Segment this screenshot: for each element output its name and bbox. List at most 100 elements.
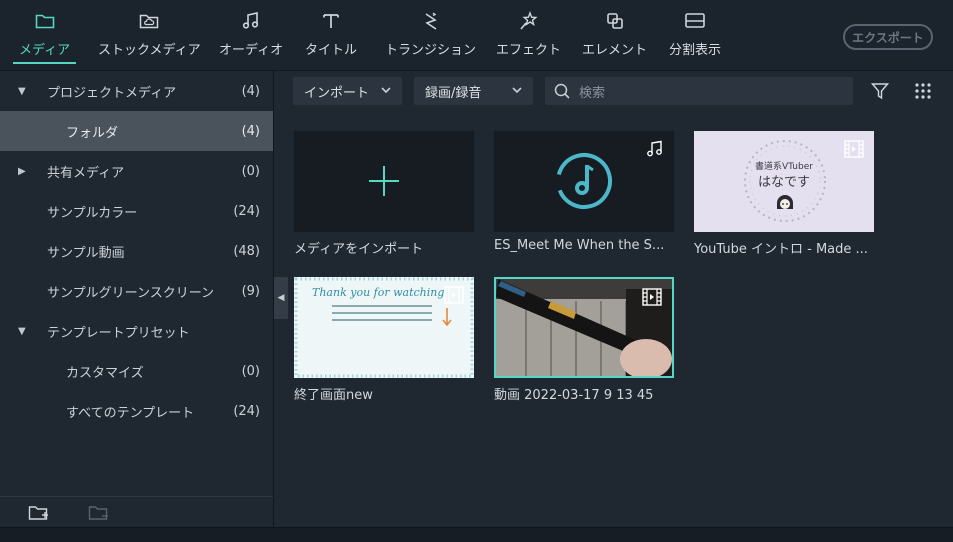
tab-audio-label: オーディオ: [219, 43, 284, 58]
tab-titles-label: タイトル: [305, 43, 358, 58]
media-caption: 終了画面new: [294, 388, 373, 403]
folder-icon: [34, 10, 56, 32]
media-caption: ES_Meet Me When the S...: [494, 238, 665, 253]
split-screen-icon: [684, 10, 706, 32]
tab-stock-media[interactable]: ストックメディア: [98, 10, 201, 62]
chevron-down-icon: [380, 84, 392, 100]
sidebar-item-count: (0): [241, 363, 260, 379]
tab-split-screen-label: 分割表示: [669, 43, 722, 58]
sidebar-item-template-presets[interactable]: ▼ テンプレートプリセット: [0, 311, 273, 351]
tab-effects-label: エフェクト: [496, 43, 562, 58]
filter-icon[interactable]: [870, 82, 890, 104]
sidebar-item-sample-videos[interactable]: サンプル動画 (48): [0, 231, 273, 271]
sidebar-item-label: サンプル動画: [47, 245, 125, 261]
sidebar-item-count: (24): [233, 203, 260, 219]
tab-stock-media-label: ストックメディア: [98, 43, 201, 58]
video-badge-icon: [444, 286, 464, 308]
sidebar-item-count: (9): [241, 283, 260, 299]
audio-disc-icon: [554, 151, 614, 215]
sidebar-item-customize[interactable]: カスタマイズ (0): [0, 351, 273, 391]
sidebar-item-label: すべてのテンプレート: [66, 405, 195, 421]
tab-media[interactable]: メディア: [12, 10, 77, 64]
sidebar-item-label: 共有メディア: [47, 165, 125, 181]
media-caption: YouTube イントロ - Made ...: [694, 242, 868, 257]
sidebar-item-label: プロジェクトメディア: [47, 85, 177, 101]
import-dropdown[interactable]: インポート: [293, 77, 402, 105]
bottom-panel-edge: [0, 527, 953, 542]
thumb-title-line1: Thank you for watching: [312, 286, 445, 299]
media-toolbar: インポート 録画/録音 検索: [274, 71, 953, 111]
effects-star-icon: [518, 10, 540, 32]
tab-transitions-label: トランジション: [385, 43, 477, 58]
sidebar-item-label: サンプルグリーンスクリーン: [47, 285, 215, 301]
sidebar-item-count: (4): [241, 123, 260, 139]
elements-icon: [604, 10, 626, 32]
character-illustration-icon: [774, 191, 796, 217]
sidebar-item-all-templates[interactable]: すべてのテンプレート (24): [0, 391, 273, 431]
media-item-youtube-intro[interactable]: 書道系VTuber はなです YouTube イントロ - Made ...: [694, 131, 874, 257]
transition-icon: [420, 10, 442, 32]
sidebar-footer: [0, 496, 273, 528]
record-dropdown[interactable]: 録画/録音: [414, 77, 533, 105]
sidebar-item-label: サンプルカラー: [47, 205, 138, 221]
export-button[interactable]: エクスポート: [843, 24, 933, 50]
media-caption: 動画 2022-03-17 9 13 45: [494, 388, 654, 403]
media-thumbnail[interactable]: [494, 131, 674, 232]
tab-media-label: メディア: [19, 43, 71, 58]
tab-effects[interactable]: エフェクト: [496, 10, 561, 62]
tab-split-screen[interactable]: 分割表示: [669, 10, 721, 62]
expand-arrow-icon[interactable]: ▼: [18, 326, 26, 337]
chevron-left-icon: ◀: [277, 293, 285, 303]
media-item-end-screen[interactable]: Thank you for watching 終了画面new: [294, 277, 474, 403]
tab-titles[interactable]: タイトル: [305, 10, 357, 62]
thumb-title-line2: はなです: [757, 175, 810, 190]
grid-view-icon[interactable]: [914, 82, 932, 104]
record-dropdown-label: 録画/録音: [425, 85, 482, 101]
media-thumbnail[interactable]: [494, 277, 674, 378]
sidebar-item-project-media[interactable]: ▼ プロジェクトメディア (4): [0, 71, 273, 111]
media-thumbnail[interactable]: 書道系VTuber はなです: [694, 131, 874, 232]
chevron-down-icon: [511, 84, 523, 100]
sidebar-item-sample-colors[interactable]: サンプルカラー (24): [0, 191, 273, 231]
search-icon: [554, 83, 570, 103]
video-badge-icon: [642, 288, 662, 310]
expand-arrow-icon[interactable]: ▼: [18, 86, 26, 97]
sidebar-item-label: フォルダ: [66, 125, 119, 141]
add-plus-icon: [368, 165, 400, 201]
media-caption: メディアをインポート: [294, 242, 424, 257]
tab-audio[interactable]: オーディオ: [219, 10, 283, 62]
new-folder-icon[interactable]: [28, 504, 50, 526]
video-badge-icon: [844, 140, 864, 162]
collapse-sidebar-handle[interactable]: ◀: [274, 277, 288, 319]
search-input[interactable]: 検索: [545, 77, 853, 105]
media-item-audio[interactable]: ES_Meet Me When the S...: [494, 131, 674, 253]
import-dropdown-label: インポート: [304, 85, 370, 101]
delete-folder-icon[interactable]: [88, 504, 110, 526]
sidebar-item-count: (0): [241, 163, 260, 179]
sidebar-item-label: テンプレートプリセット: [47, 325, 190, 341]
thumb-text-line: [332, 319, 432, 321]
sidebar-item-shared-media[interactable]: ▶ 共有メディア (0): [0, 151, 273, 191]
thumb-text-line: [332, 305, 432, 307]
sidebar-item-count: (4): [241, 83, 260, 99]
tab-elements-label: エレメント: [582, 43, 648, 58]
media-thumbnail[interactable]: Thank you for watching: [294, 277, 474, 378]
cloud-folder-icon: [138, 10, 160, 32]
tab-transitions[interactable]: トランジション: [385, 10, 476, 62]
music-note-icon: [240, 10, 262, 32]
thumb-text-line: [332, 312, 432, 314]
sidebar-item-label: カスタマイズ: [66, 365, 144, 381]
sidebar-item-count: (48): [233, 243, 260, 259]
sidebar-item-folder[interactable]: フォルダ (4): [0, 111, 273, 151]
media-item-import[interactable]: メディアをインポート: [294, 131, 474, 257]
media-library-sidebar: ▼ プロジェクトメディア (4) フォルダ (4) ▶ 共有メディア (0) サ…: [0, 71, 274, 527]
media-item-video-2022-03-17[interactable]: 動画 2022-03-17 9 13 45: [494, 277, 674, 403]
tab-elements[interactable]: エレメント: [582, 10, 647, 62]
sidebar-item-sample-green-screen[interactable]: サンプルグリーンスクリーン (9): [0, 271, 273, 311]
collapsed-arrow-icon[interactable]: ▶: [18, 166, 26, 177]
top-nav-bar: メディア ストックメディア オーディオ タイトル トランジション エフェクト エ…: [0, 0, 953, 71]
search-placeholder: 検索: [579, 85, 606, 101]
audio-badge-icon: [646, 140, 664, 162]
orange-arrow-icon: [442, 307, 452, 331]
import-media-tile[interactable]: [294, 131, 474, 232]
